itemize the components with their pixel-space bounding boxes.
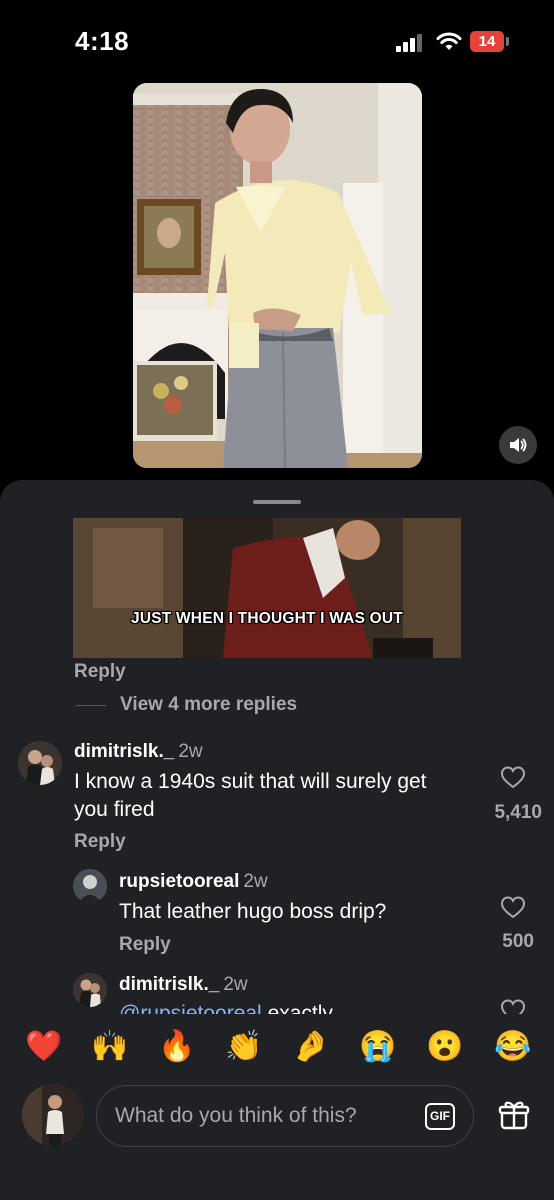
comment-input-field[interactable]: GIF xyxy=(96,1085,474,1147)
comment-username[interactable]: dimitrislk._ 2w xyxy=(74,741,203,763)
composer-area: ❤️ 🙌 🔥 👏 🤌 😭 😮 😂 GIF xyxy=(0,1014,554,1200)
reaction-laughing[interactable]: 😂 xyxy=(494,1030,531,1064)
comment-username[interactable]: dimitrislk._ 2w xyxy=(119,974,248,996)
avatar-image xyxy=(22,1084,84,1146)
avatar-image xyxy=(18,741,62,785)
comment-reply-button[interactable]: Reply xyxy=(119,934,171,956)
gif-frame xyxy=(73,518,461,658)
comment-text: @rupsietooreal exactly xyxy=(119,1000,479,1014)
reaction-heart[interactable]: ❤️ xyxy=(25,1030,62,1064)
thread-divider xyxy=(76,704,106,706)
comment-input[interactable] xyxy=(115,1086,405,1145)
current-user-avatar[interactable] xyxy=(22,1084,84,1146)
comment-text: That leather hugo boss drip? xyxy=(119,900,387,923)
like-count: 500 xyxy=(502,931,534,952)
gif-caption: JUST WHEN I THOUGHT I WAS OUT xyxy=(131,610,403,627)
comment-reply-button[interactable]: Reply xyxy=(74,831,126,853)
gift-icon[interactable] xyxy=(498,1099,530,1131)
comment-text-rest: exactly xyxy=(261,1002,333,1014)
sound-toggle-button[interactable] xyxy=(499,426,537,464)
reaction-pinched-fingers[interactable]: 🤌 xyxy=(292,1030,329,1064)
video-frame xyxy=(133,83,422,468)
avatar[interactable] xyxy=(73,973,107,1007)
comment-username-text: dimitrislk._ xyxy=(74,741,175,762)
reel-video[interactable] xyxy=(133,83,422,468)
like-count: 5,410 xyxy=(494,802,542,823)
comment-username[interactable]: rupsietooreal 2w xyxy=(119,871,268,893)
avatar-image xyxy=(73,869,107,903)
reaction-fire[interactable]: 🔥 xyxy=(158,1030,195,1064)
avatar[interactable] xyxy=(18,741,62,785)
heart-icon[interactable] xyxy=(500,765,526,789)
comment-username-text: dimitrislk._ xyxy=(119,974,220,995)
comment-age: 2w xyxy=(243,871,268,892)
status-bar: 4:18 14 xyxy=(0,0,554,80)
battery-indicator: 14 xyxy=(470,31,504,52)
reaction-raised-hands[interactable]: 🙌 xyxy=(91,1030,128,1064)
comment-age: 2w xyxy=(223,974,248,995)
avatar[interactable] xyxy=(73,869,107,903)
reaction-clap[interactable]: 👏 xyxy=(225,1030,262,1064)
comment-mention[interactable]: @rupsietooreal xyxy=(119,1002,262,1014)
reaction-crying[interactable]: 😭 xyxy=(359,1030,396,1064)
sheet-grabber[interactable] xyxy=(253,500,301,504)
battery-nub xyxy=(506,37,509,46)
wifi-icon xyxy=(436,32,462,50)
gif-button[interactable]: GIF xyxy=(425,1103,455,1130)
view-more-replies-label: View 4 more replies xyxy=(120,694,298,715)
comment-username-text: rupsietooreal xyxy=(119,871,240,892)
status-time: 4:18 xyxy=(75,26,130,56)
heart-icon[interactable] xyxy=(500,895,526,919)
speaker-icon xyxy=(510,438,527,452)
comment-text: I know a 1940s suit that will surely get… xyxy=(74,770,427,821)
heart-icon[interactable] xyxy=(500,998,526,1014)
avatar-image xyxy=(73,973,107,1007)
comment-age: 2w xyxy=(178,741,203,762)
comment-gif[interactable]: JUST WHEN I THOUGHT I WAS OUT xyxy=(73,518,461,658)
reaction-surprised[interactable]: 😮 xyxy=(426,1030,463,1064)
view-more-replies[interactable]: View 4 more replies xyxy=(76,694,297,716)
gif-reply-button[interactable]: Reply xyxy=(74,661,126,683)
cellular-signal-icon xyxy=(396,34,426,52)
